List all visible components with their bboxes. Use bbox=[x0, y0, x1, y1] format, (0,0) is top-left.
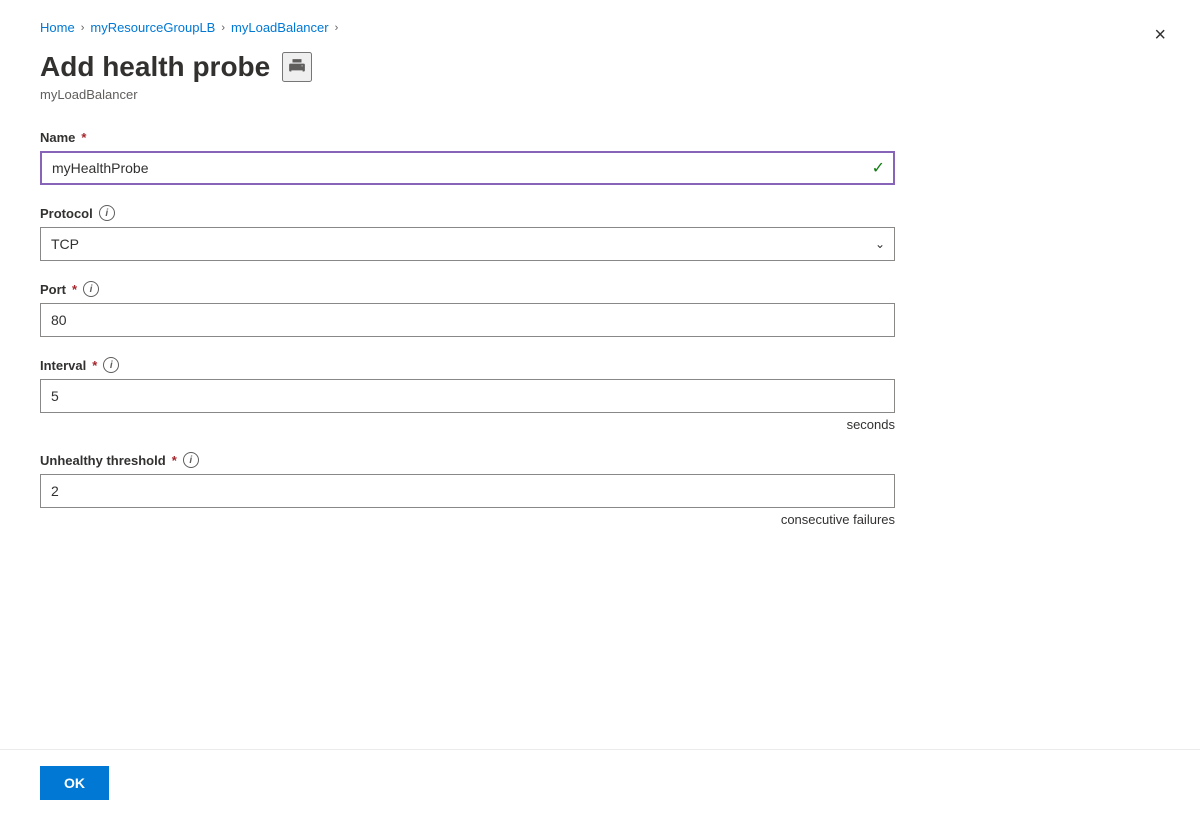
interval-input[interactable] bbox=[40, 379, 895, 413]
unhealthy-threshold-group: Unhealthy threshold * i consecutive fail… bbox=[40, 452, 920, 527]
name-input-wrapper: ✓ bbox=[40, 151, 895, 185]
protocol-select-wrapper: TCP HTTP HTTPS ⌄ bbox=[40, 227, 895, 261]
name-input[interactable] bbox=[40, 151, 895, 185]
close-button[interactable]: × bbox=[1150, 20, 1170, 51]
page-header: Add health probe bbox=[40, 51, 920, 83]
port-group: Port * i bbox=[40, 281, 920, 337]
interval-info-icon[interactable]: i bbox=[103, 357, 119, 373]
breadcrumb-resource-group[interactable]: myResourceGroupLB bbox=[90, 20, 215, 35]
port-info-icon[interactable]: i bbox=[83, 281, 99, 297]
name-group: Name * ✓ bbox=[40, 130, 920, 185]
page-title: Add health probe bbox=[40, 51, 270, 83]
printer-icon bbox=[288, 58, 306, 76]
name-check-icon: ✓ bbox=[872, 158, 885, 178]
protocol-group: Protocol i TCP HTTP HTTPS ⌄ bbox=[40, 205, 920, 261]
name-required-star: * bbox=[81, 130, 86, 145]
protocol-label: Protocol i bbox=[40, 205, 920, 221]
page-subtitle: myLoadBalancer bbox=[40, 87, 920, 102]
interval-label: Interval * i bbox=[40, 357, 920, 373]
port-label: Port * i bbox=[40, 281, 920, 297]
unhealthy-threshold-hint: consecutive failures bbox=[40, 512, 895, 527]
unhealthy-threshold-required-star: * bbox=[172, 453, 177, 468]
ok-button[interactable]: OK bbox=[40, 766, 109, 800]
breadcrumb: Home › myResourceGroupLB › myLoadBalance… bbox=[40, 20, 920, 35]
protocol-info-icon[interactable]: i bbox=[99, 205, 115, 221]
interval-group: Interval * i seconds bbox=[40, 357, 920, 432]
footer: OK bbox=[0, 749, 1200, 816]
unhealthy-threshold-label: Unhealthy threshold * i bbox=[40, 452, 920, 468]
name-label: Name * bbox=[40, 130, 920, 145]
port-input[interactable] bbox=[40, 303, 895, 337]
print-button[interactable] bbox=[282, 52, 312, 82]
interval-required-star: * bbox=[92, 358, 97, 373]
protocol-select[interactable]: TCP HTTP HTTPS bbox=[40, 227, 895, 261]
unhealthy-threshold-input[interactable] bbox=[40, 474, 895, 508]
breadcrumb-sep-1: › bbox=[81, 22, 85, 34]
unhealthy-threshold-info-icon[interactable]: i bbox=[183, 452, 199, 468]
breadcrumb-sep-2: › bbox=[221, 22, 225, 34]
breadcrumb-load-balancer[interactable]: myLoadBalancer bbox=[231, 20, 329, 35]
breadcrumb-home[interactable]: Home bbox=[40, 20, 75, 35]
interval-hint: seconds bbox=[40, 417, 895, 432]
port-required-star: * bbox=[72, 282, 77, 297]
breadcrumb-sep-3: › bbox=[335, 22, 339, 34]
